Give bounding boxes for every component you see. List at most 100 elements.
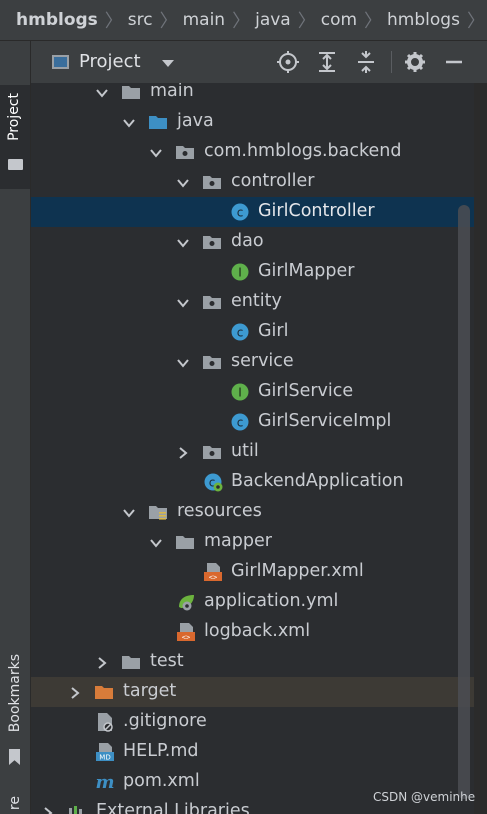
tree-row-java[interactable]: java [31, 107, 487, 137]
breadcrumb-item-project[interactable]: hmblogs [0, 10, 104, 30]
breadcrumb-separator: 〉 [297, 11, 316, 32]
collapse-all-icon[interactable] [353, 49, 379, 75]
tree-label: Girl [258, 321, 289, 341]
structure-tab-label[interactable]: re [7, 796, 23, 810]
breadcrumb-separator: 〉 [159, 11, 178, 32]
svg-text:I: I [238, 386, 242, 400]
chevron-right-icon[interactable] [95, 656, 109, 670]
chevron-down-icon[interactable] [176, 236, 190, 250]
tree-row-package[interactable]: com.hmblogs.backend [31, 137, 487, 167]
package-icon [203, 236, 221, 249]
gitignore-file-icon [98, 713, 113, 732]
tree-row-logback-xml[interactable]: <> logback.xml [31, 617, 487, 647]
chevron-down-icon[interactable] [122, 506, 136, 520]
tree-label: mapper [204, 531, 272, 551]
tree-label: util [231, 441, 259, 461]
tree-row-service[interactable]: service [31, 347, 487, 377]
bookmarks-tab-label[interactable]: Bookmarks [7, 654, 23, 732]
folder-icon [8, 159, 23, 170]
breadcrumb-item-com[interactable]: com [317, 10, 363, 30]
tree-label: GirlService [258, 381, 354, 401]
svg-text:c: c [237, 326, 244, 340]
tree-row-gitignore[interactable]: .gitignore [31, 707, 487, 737]
view-dropdown-icon[interactable] [162, 60, 174, 67]
svg-text:c: c [237, 206, 244, 220]
excluded-folder-icon [95, 686, 113, 699]
class-icon: c [231, 203, 249, 221]
chevron-down-icon[interactable] [176, 176, 190, 190]
tree-label: .gitignore [123, 711, 207, 731]
tree-row-girl-service-impl[interactable]: c GirlServiceImpl [31, 407, 487, 437]
tree-row-controller[interactable]: controller [31, 167, 487, 197]
tree-label: GirlServiceImpl [258, 411, 392, 431]
bookmark-icon[interactable] [9, 749, 20, 765]
hide-panel-icon[interactable] [441, 49, 467, 75]
folder-icon [176, 536, 194, 549]
tree-label: test [150, 651, 184, 671]
tree-row-girl-mapper[interactable]: I GirlMapper [31, 257, 487, 287]
tree-label: External Libraries [96, 801, 250, 814]
breadcrumb-item-java[interactable]: java [251, 10, 297, 30]
breadcrumb-item-hmblogs[interactable]: hmblogs [383, 10, 466, 30]
interface-icon: I [231, 383, 249, 401]
panel-title[interactable]: Project [79, 51, 141, 72]
chevron-right-icon[interactable] [41, 806, 55, 814]
tree-row-girl-mapper-xml[interactable]: <> GirlMapper.xml [31, 557, 487, 587]
expand-all-icon[interactable] [314, 49, 340, 75]
tree-row-girl-controller[interactable]: c GirlController [31, 197, 487, 227]
chevron-down-icon[interactable] [149, 146, 163, 160]
spring-boot-class-icon: c [204, 473, 223, 492]
chevron-down-icon[interactable] [176, 296, 190, 310]
tree-label: com.hmblogs.backend [204, 141, 402, 161]
project-panel-header: Project [31, 41, 487, 83]
svg-text:c: c [237, 416, 244, 430]
tree-row-application-yml[interactable]: application.yml [31, 587, 487, 617]
chevron-right-icon[interactable] [68, 686, 82, 700]
left-tool-strip: Project Bookmarks re [0, 41, 31, 814]
svg-text:<>: <> [182, 634, 190, 642]
tree-row-entity[interactable]: entity [31, 287, 487, 317]
tree-label: main [150, 83, 194, 101]
chevron-down-icon[interactable] [122, 116, 136, 130]
folder-icon [122, 656, 140, 669]
tree-label: service [231, 351, 294, 371]
tree-row-test[interactable]: test [31, 647, 487, 677]
package-icon [203, 356, 221, 369]
select-opened-file-icon[interactable] [275, 49, 301, 75]
breadcrumb: hmblogs 〉 src 〉 main 〉 java 〉 com 〉 hmbl… [0, 0, 487, 41]
chevron-down-icon[interactable] [95, 86, 109, 100]
tree-row-girl-service[interactable]: I GirlService [31, 377, 487, 407]
class-icon: c [231, 323, 249, 341]
package-icon [203, 296, 221, 309]
project-tool-tab[interactable]: Project [0, 85, 30, 189]
tree-row-mapper[interactable]: mapper [31, 527, 487, 557]
tree-row-help-md[interactable]: MD HELP.md [31, 737, 487, 767]
tree-row-girl[interactable]: c Girl [31, 317, 487, 347]
editor-gutter-edge [474, 83, 487, 814]
vertical-scrollbar[interactable] [458, 205, 470, 799]
tree-row-backend-application[interactable]: c BackendApplication [31, 467, 487, 497]
breadcrumb-item-src[interactable]: src [124, 10, 159, 30]
breadcrumb-item-main[interactable]: main [179, 10, 231, 30]
xml-file-icon: <> [204, 563, 222, 582]
chevron-down-icon[interactable] [176, 356, 190, 370]
tree-row-dao[interactable]: dao [31, 227, 487, 257]
xml-file-icon: <> [177, 623, 195, 642]
tree-label: application.yml [204, 591, 339, 611]
svg-text:<>: <> [209, 574, 217, 582]
chevron-down-icon[interactable] [149, 536, 163, 550]
tree-row-target[interactable]: target [31, 677, 487, 707]
tree-label: java [177, 111, 214, 131]
tree-label: logback.xml [204, 621, 311, 641]
tree-row-util[interactable]: util [31, 437, 487, 467]
svg-text:I: I [238, 266, 242, 280]
tree-row-resources[interactable]: resources [31, 497, 487, 527]
tree-label: GirlMapper.xml [231, 561, 364, 581]
chevron-right-icon[interactable] [176, 446, 190, 460]
libraries-icon [69, 806, 82, 814]
tree-row-main[interactable]: main [31, 83, 487, 107]
resources-folder-icon [149, 506, 167, 520]
gear-icon[interactable] [402, 49, 428, 75]
maven-icon: m [95, 772, 114, 792]
interface-icon: I [231, 263, 249, 281]
